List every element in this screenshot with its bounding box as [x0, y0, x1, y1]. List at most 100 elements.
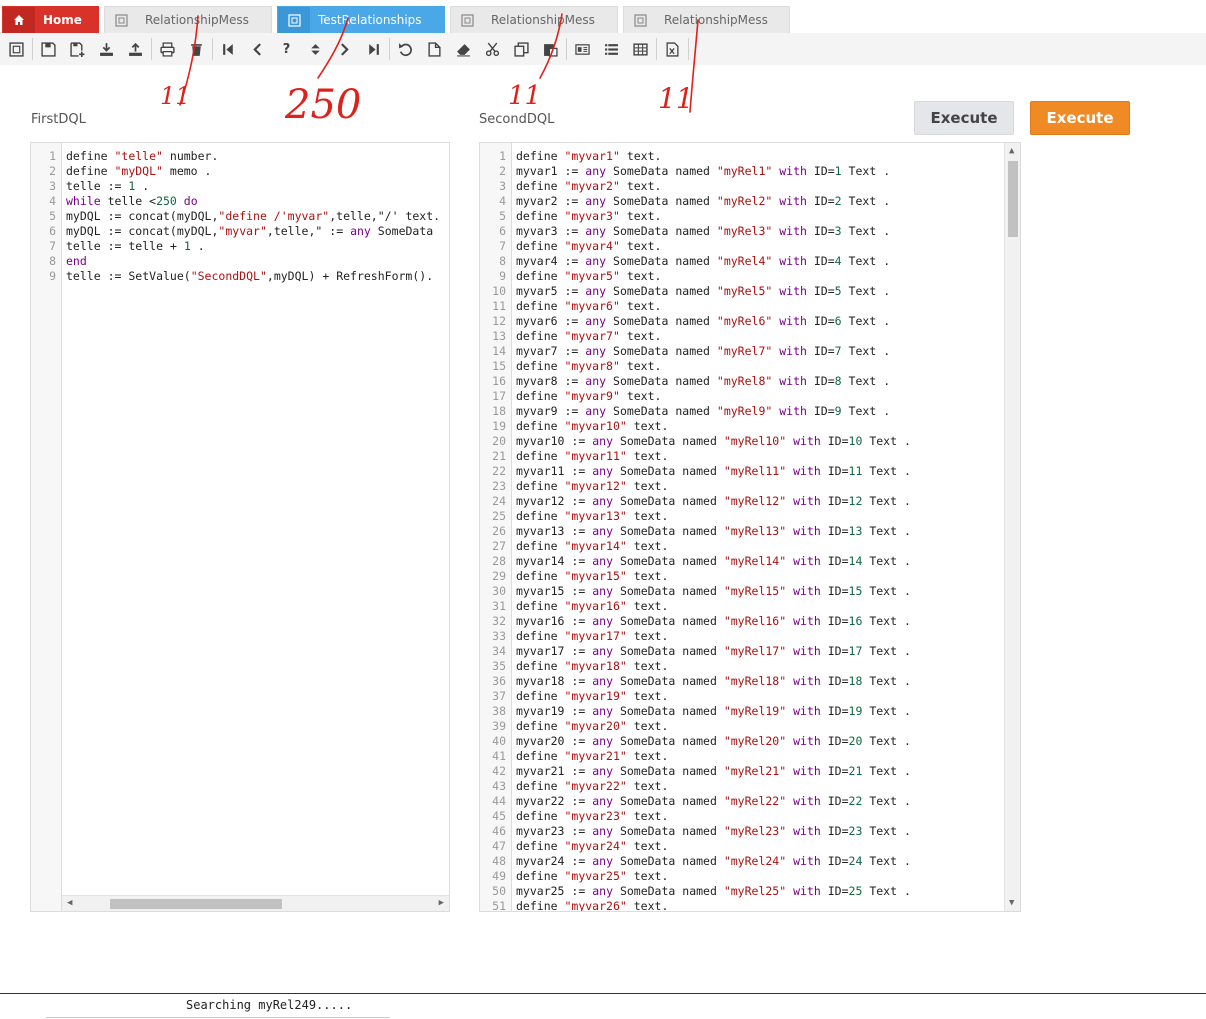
next-record-icon[interactable] — [330, 35, 359, 63]
tab-relationshipmess-2[interactable]: RelationshipMess — [450, 6, 618, 33]
scrollbar-thumb[interactable] — [1008, 161, 1018, 237]
save-icon[interactable] — [34, 35, 63, 63]
code-text: myvar11 := any SomeData named "myRel11" … — [516, 464, 911, 478]
code-line: 30 myvar15 := any SomeData named "myRel15… — [480, 584, 1020, 599]
list-icon[interactable] — [597, 35, 626, 63]
second-dql-editor[interactable]: 1 define "myvar1" text. 2 myvar1 := any Som… — [479, 142, 1021, 912]
line-number: 3 — [49, 179, 56, 193]
horizontal-scrollbar[interactable]: ◀ ▶ — [62, 895, 449, 911]
form-icon — [624, 7, 656, 33]
line-number: 30 — [492, 584, 506, 598]
scroll-down-icon[interactable]: ▼ — [1009, 898, 1014, 908]
tab-testrelationships[interactable]: TestRelationships — [277, 6, 445, 33]
execute-secondary-button[interactable]: Execute — [914, 101, 1014, 135]
code-text: define "myDQL" memo . — [66, 164, 212, 178]
code-text: myvar22 := any SomeData named "myRel22" … — [516, 794, 911, 808]
code-text: myvar6 := any SomeData named "myRel6" wi… — [516, 314, 891, 328]
code-line: 34 myvar17 := any SomeData named "myRel17… — [480, 644, 1020, 659]
help-icon[interactable]: ? — [272, 35, 301, 63]
code-text: define "myvar2" text. — [516, 179, 662, 193]
code-text: myvar15 := any SomeData named "myRel15" … — [516, 584, 911, 598]
code-line: 24 myvar12 := any SomeData named "myRel12… — [480, 494, 1020, 509]
line-number: 2 — [49, 164, 56, 178]
first-record-icon[interactable] — [214, 35, 243, 63]
download-icon[interactable] — [92, 35, 121, 63]
code-line: 33 define "myvar17" text. — [480, 629, 1020, 644]
status-text: Searching myRel249..... — [186, 998, 353, 1012]
sort-icon[interactable] — [301, 35, 330, 63]
code-lines: 1 define "telle" number. 2 define "myDQL" m… — [31, 149, 449, 284]
line-number: 29 — [492, 569, 506, 583]
code-text: end — [66, 254, 87, 268]
form-icon — [278, 7, 310, 33]
line-number: 6 — [49, 224, 56, 238]
line-number: 5 — [499, 209, 506, 223]
execute-primary-button[interactable]: Execute — [1030, 101, 1130, 135]
cut-icon[interactable] — [478, 35, 507, 63]
line-number: 38 — [492, 704, 506, 718]
last-record-icon[interactable] — [359, 35, 388, 63]
code-line: 2 myvar1 := any SomeData named "myRel1" w… — [480, 164, 1020, 179]
save-new-icon[interactable] — [63, 35, 92, 63]
line-number: 15 — [492, 359, 506, 373]
code-line: 35 define "myvar18" text. — [480, 659, 1020, 674]
code-line: 43 define "myvar22" text. — [480, 779, 1020, 794]
code-line: 28 myvar14 := any SomeData named "myRel14… — [480, 554, 1020, 569]
scroll-left-icon[interactable]: ◀ — [67, 898, 72, 908]
code-line: 3 define "myvar2" text. — [480, 179, 1020, 194]
table-icon[interactable] — [626, 35, 655, 63]
line-number: 4 — [499, 194, 506, 208]
code-text: define "myvar20" text. — [516, 719, 669, 733]
code-line: 7 telle := telle + 1 . — [31, 239, 449, 254]
first-dql-editor[interactable]: 1 define "telle" number. 2 define "myDQL" m… — [30, 142, 450, 912]
tab-relationshipmess-1[interactable]: RelationshipMess — [104, 6, 272, 33]
code-line: 5 define "myvar3" text. — [480, 209, 1020, 224]
code-line: 9 telle := SetValue("SecondDQL",myDQL) + … — [31, 269, 449, 284]
undo-icon[interactable] — [391, 35, 420, 63]
eraser-icon[interactable] — [449, 35, 478, 63]
code-text: define "myvar1" text. — [516, 149, 662, 163]
line-number: 17 — [492, 389, 506, 403]
code-line: 4 myvar2 := any SomeData named "myRel2" w… — [480, 194, 1020, 209]
toolbar-divider — [389, 38, 390, 60]
code-text: define "myvar4" text. — [516, 239, 662, 253]
line-number: 8 — [499, 254, 506, 268]
line-number: 18 — [492, 404, 506, 418]
line-number: 16 — [492, 374, 506, 388]
toolbar: ? — [0, 33, 1206, 65]
annotation-text: 11 — [160, 82, 191, 110]
code-line: 9 define "myvar5" text. — [480, 269, 1020, 284]
copy-icon[interactable] — [507, 35, 536, 63]
code-line: 12 myvar6 := any SomeData named "myRel6" … — [480, 314, 1020, 329]
code-text: define "myvar18" text. — [516, 659, 669, 673]
tab-label: TestRelationships — [318, 13, 422, 27]
new-document-icon[interactable] — [420, 35, 449, 63]
scroll-up-icon[interactable]: ▲ — [1009, 146, 1014, 156]
line-number: 14 — [492, 344, 506, 358]
print-icon[interactable] — [153, 35, 182, 63]
code-text: while telle <250 do — [66, 194, 198, 208]
previous-record-icon[interactable] — [243, 35, 272, 63]
line-number: 26 — [492, 524, 506, 538]
code-text: define "myvar25" text. — [516, 869, 669, 883]
tab-relationshipmess-3[interactable]: RelationshipMess — [623, 6, 790, 33]
code-text: myvar9 := any SomeData named "myRel9" wi… — [516, 404, 891, 418]
code-text: define "myvar21" text. — [516, 749, 669, 763]
scrollbar-thumb[interactable] — [110, 899, 282, 909]
code-text: myvar12 := any SomeData named "myRel12" … — [516, 494, 911, 508]
line-number: 12 — [492, 314, 506, 328]
code-line: 4 while telle <250 do — [31, 194, 449, 209]
excel-icon[interactable] — [658, 35, 687, 63]
code-text: define "myvar19" text. — [516, 689, 669, 703]
id-card-icon[interactable] — [568, 35, 597, 63]
tab-home[interactable]: Home — [2, 6, 99, 33]
form-icon[interactable] — [2, 35, 31, 63]
delete-icon[interactable] — [182, 35, 211, 63]
code-text: define "myvar17" text. — [516, 629, 669, 643]
vertical-scrollbar[interactable]: ▲ ▼ — [1004, 143, 1020, 911]
upload-icon[interactable] — [121, 35, 150, 63]
annotation-text: 11 — [658, 82, 694, 115]
code-line: 29 define "myvar15" text. — [480, 569, 1020, 584]
paste-icon[interactable] — [536, 35, 565, 63]
scroll-right-icon[interactable]: ▶ — [439, 898, 444, 908]
